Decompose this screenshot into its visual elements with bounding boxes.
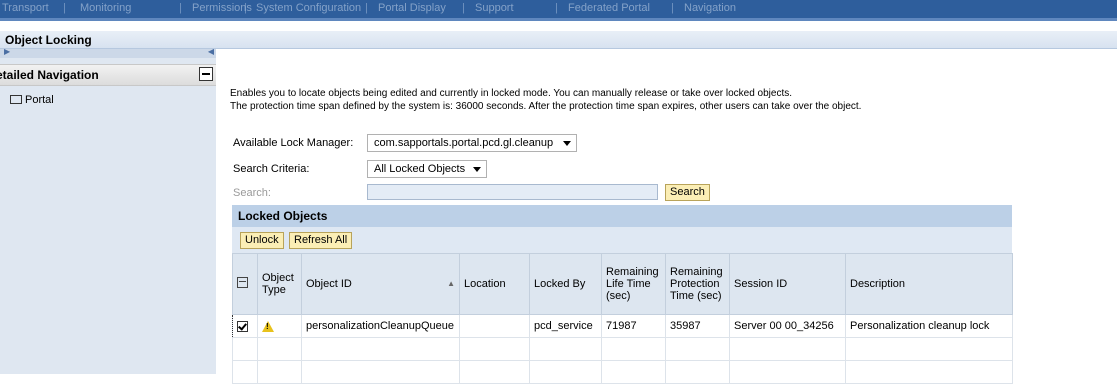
description-line-2: The protection time span defined by the …: [230, 101, 862, 112]
locked-objects-title: Locked Objects: [238, 209, 328, 223]
folder-icon: [10, 95, 22, 104]
topnav-separator: |: [365, 2, 368, 14]
empty-cell: [729, 360, 846, 384]
empty-cell: [257, 337, 302, 361]
topnav-separator: |: [462, 2, 465, 14]
page-title-bar: Object Locking: [0, 31, 1117, 49]
topnav-item-portal-display[interactable]: Portal Display: [378, 2, 446, 14]
empty-cell: [459, 337, 530, 361]
empty-cell: [301, 337, 460, 361]
topnav-item-navigation[interactable]: Navigation: [684, 2, 736, 14]
collapse-icon[interactable]: ◀: [208, 47, 214, 56]
unlock-button[interactable]: Unlock: [240, 232, 284, 249]
topnav-item-permissions[interactable]: Permissions: [192, 2, 252, 14]
column-header-object-id[interactable]: Object ID ▲: [301, 253, 460, 315]
page-title: Object Locking: [5, 33, 92, 47]
table-row-empty: [232, 360, 1013, 384]
topnav-separator: |: [555, 2, 558, 14]
sort-ascending-icon[interactable]: ▲: [447, 278, 455, 290]
refresh-all-button[interactable]: Refresh All: [289, 232, 353, 249]
empty-cell: [601, 360, 666, 384]
empty-cell: [257, 360, 302, 384]
checkbox-checked-icon[interactable]: [237, 320, 248, 332]
topnav-item-support[interactable]: Support: [475, 2, 514, 14]
search-input[interactable]: [367, 184, 658, 200]
locked-by-cell: pcd_service: [529, 314, 602, 338]
description-line-1: Enables you to locate objects being edit…: [230, 88, 793, 99]
sidebar-item-portal[interactable]: Portal: [10, 94, 54, 106]
table-header-row: Object Type Object ID ▲ Location Locked B…: [232, 253, 1013, 315]
remaining-life-cell: 71987: [601, 314, 666, 338]
empty-cell: [601, 337, 666, 361]
empty-cell: [665, 337, 730, 361]
locked-objects-header: Locked Objects: [232, 205, 1012, 227]
topnav-separator: |: [63, 2, 66, 14]
topnav-item-monitoring[interactable]: Monitoring: [80, 2, 131, 14]
topnav-item-federated-portal[interactable]: Federated Portal: [568, 2, 650, 14]
empty-cell: [232, 337, 258, 361]
empty-cell: [232, 360, 258, 384]
search-criteria-value: All Locked Objects: [374, 163, 466, 175]
locked-objects-table: Object Type Object ID ▲ Location Locked B…: [232, 253, 1013, 384]
topnav-separator: |: [244, 2, 247, 14]
column-header-locked-by[interactable]: Locked By: [529, 253, 602, 315]
select-columns-header[interactable]: [232, 253, 258, 315]
column-header-remaining-life[interactable]: Remaining Life Time (sec): [601, 253, 666, 315]
minimize-icon[interactable]: [199, 67, 213, 81]
lock-manager-value: com.sapportals.portal.pcd.gl.cleanup: [374, 137, 554, 149]
sidebar-item-label: Portal: [25, 94, 54, 106]
search-label: Search:: [233, 187, 271, 199]
top-navigation-bar: Transport | Monitoring | Permissions | S…: [0, 0, 1117, 21]
chevron-down-icon: [563, 141, 571, 146]
sidebar-toggle-bar[interactable]: ▶ ◀: [0, 47, 216, 58]
warning-icon: !: [262, 320, 274, 332]
empty-cell: [845, 360, 1013, 384]
column-header-remaining-protection[interactable]: Remaining Protection Time (sec): [665, 253, 730, 315]
topnav-item-transport[interactable]: Transport: [2, 2, 49, 14]
column-header-label: Object ID: [306, 278, 352, 290]
location-cell: [459, 314, 530, 338]
empty-cell: [529, 360, 602, 384]
column-header-session-id[interactable]: Session ID: [729, 253, 846, 315]
object-id-cell: personalizationCleanupQueue: [301, 314, 460, 338]
expand-icon[interactable]: ▶: [4, 47, 10, 56]
empty-cell: [729, 337, 846, 361]
search-criteria-label: Search Criteria:: [233, 163, 310, 175]
topnav-item-system-configuration[interactable]: System Configuration: [256, 2, 361, 14]
empty-cell: [845, 337, 1013, 361]
empty-cell: [301, 360, 460, 384]
object-type-cell: !: [257, 314, 302, 338]
topnav-separator: |: [179, 2, 182, 14]
empty-cell: [459, 360, 530, 384]
empty-cell: [529, 337, 602, 361]
topnav-separator: |: [671, 2, 674, 14]
column-header-location[interactable]: Location: [459, 253, 530, 315]
column-header-description[interactable]: Description: [845, 253, 1013, 315]
table-row-empty: [232, 337, 1013, 361]
empty-cell: [665, 360, 730, 384]
session-id-cell: Server 00 00_34256: [729, 314, 846, 338]
table-row[interactable]: ! personalizationCleanupQueue pcd_servic…: [232, 314, 1013, 338]
detailed-navigation-title: etailed Navigation: [0, 68, 99, 82]
detailed-navigation-header: etailed Navigation: [0, 64, 216, 86]
description-cell: Personalization cleanup lock: [845, 314, 1013, 338]
row-select-cell[interactable]: [232, 314, 258, 338]
search-button[interactable]: Search: [665, 184, 710, 201]
search-criteria-dropdown[interactable]: All Locked Objects: [367, 160, 487, 178]
remaining-protection-cell: 35987: [665, 314, 730, 338]
lock-manager-dropdown[interactable]: com.sapportals.portal.pcd.gl.cleanup: [367, 134, 577, 152]
select-columns-icon[interactable]: [237, 277, 248, 288]
chevron-down-icon: [473, 167, 481, 172]
lock-manager-label: Available Lock Manager:: [233, 137, 354, 149]
column-header-object-type[interactable]: Object Type: [257, 253, 302, 315]
